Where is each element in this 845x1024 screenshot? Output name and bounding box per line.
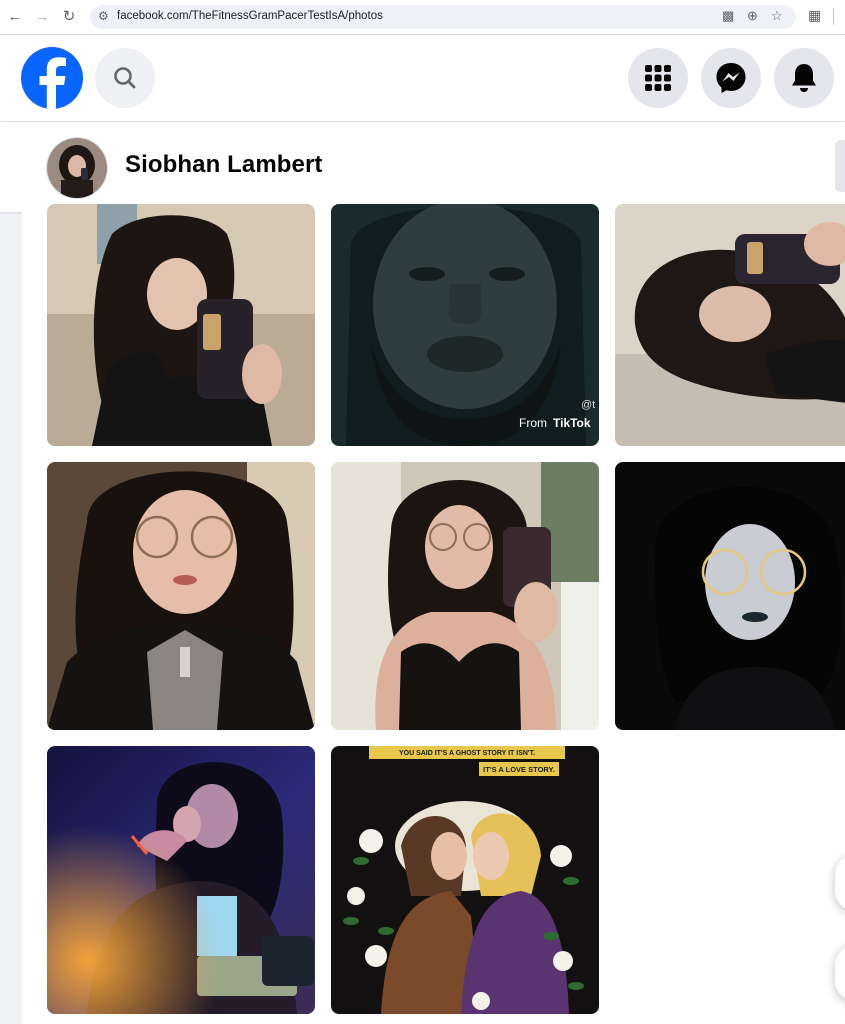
search-icon (114, 67, 136, 89)
photo-tile-7[interactable] (47, 746, 315, 1014)
address-url[interactable]: facebook.com/TheFitnessGramPacerTestIsA/… (117, 10, 383, 22)
apps-grid-icon (645, 65, 671, 91)
extensions-icon[interactable]: ▦ (808, 7, 821, 24)
tiktok-handle: @t (581, 399, 595, 411)
zoom-icon[interactable]: ⊕ (747, 8, 758, 24)
comic-caption-1: YOU SAID IT'S A GHOST STORY IT ISN'T. (399, 750, 535, 757)
facebook-logo[interactable] (21, 47, 83, 109)
comic-caption-2: IT'S A LOVE STORY. (483, 765, 555, 774)
tiktok-brand: TikTok (553, 416, 591, 430)
photo-tile-5[interactable] (331, 462, 599, 730)
photo-tile-3[interactable] (615, 204, 845, 446)
address-bar[interactable]: ⚙ facebook.com/TheFitnessGramPacerTestIs… (90, 5, 796, 29)
photo-tile-8[interactable]: YOU SAID IT'S A GHOST STORY IT ISN'T. IT… (331, 746, 599, 1014)
tiktok-overlay-text: From (519, 416, 547, 430)
photo-tile-1[interactable] (47, 204, 315, 446)
profile-header: Siobhan Lambert (0, 122, 845, 212)
search-button[interactable] (95, 48, 155, 108)
photo-tile-2[interactable]: @t From TikTok (331, 204, 599, 446)
site-settings-icon[interactable]: ⚙ (98, 9, 109, 23)
profile-name[interactable]: Siobhan Lambert (125, 151, 323, 179)
arrow-right-icon[interactable]: → (32, 7, 52, 27)
messenger-button[interactable] (701, 48, 761, 108)
menu-button[interactable] (628, 48, 688, 108)
arrow-left-icon[interactable]: ← (5, 7, 25, 27)
messenger-icon (716, 63, 746, 93)
profile-action-button[interactable] (835, 140, 845, 192)
bell-icon (792, 64, 816, 92)
install-icon[interactable]: ▩ (722, 8, 734, 24)
photos-grid: @t From TikTok YOU SAID IT'S A GHOST STO… (22, 204, 845, 1024)
photo-tile-4[interactable] (47, 462, 315, 730)
photo-tile-6[interactable] (615, 462, 845, 730)
profile-avatar[interactable] (46, 137, 108, 199)
notifications-button[interactable] (774, 48, 834, 108)
reload-icon[interactable]: ↻ (59, 7, 79, 27)
facebook-header (0, 35, 845, 121)
browser-toolbar: ← → ↻ ⚙ facebook.com/TheFitnessGramPacer… (0, 0, 845, 35)
star-icon[interactable]: ☆ (771, 8, 783, 24)
toolbar-divider (833, 9, 834, 25)
